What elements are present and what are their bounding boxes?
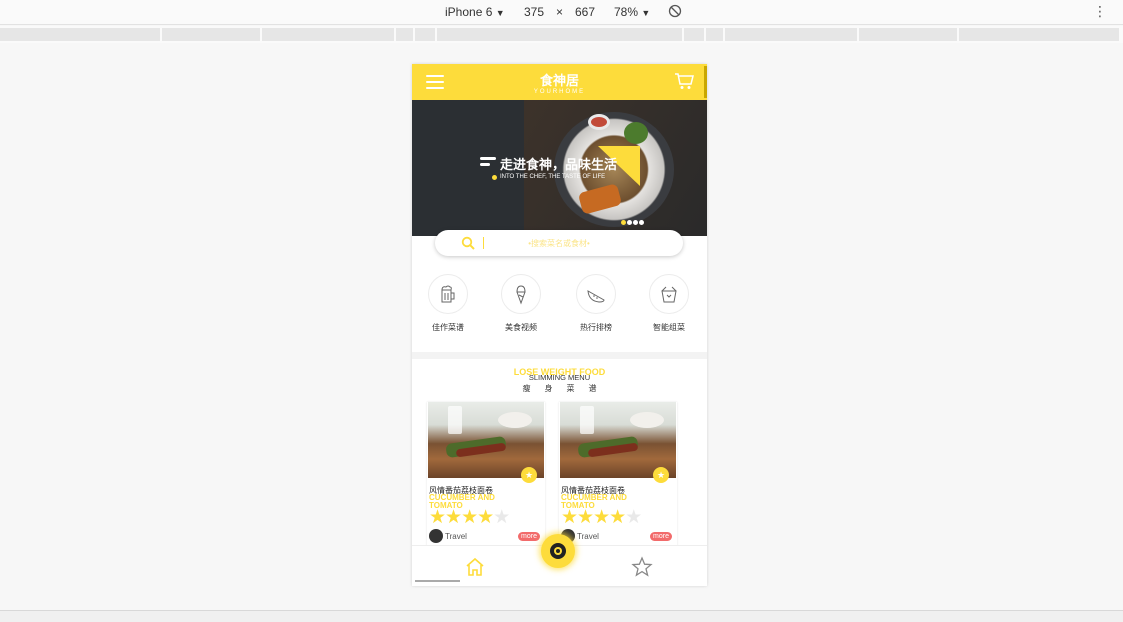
star-filled-icon: ★: [461, 507, 478, 528]
device-select[interactable]: iPhone 6 ▼: [445, 5, 505, 19]
avatar: [429, 529, 443, 543]
width-input[interactable]: 375: [524, 5, 544, 19]
search-input[interactable]: •搜索菜名或食材•: [435, 238, 683, 249]
rating-stars: ★★★★★: [561, 507, 642, 528]
star-filled-icon: ★: [577, 507, 594, 528]
category-grid: 佳作菜谱 美食视频 热行排榜 智能组菜: [412, 274, 707, 344]
zoom-select[interactable]: 78% ▼: [614, 5, 650, 19]
carousel-dot[interactable]: [621, 220, 626, 225]
app-title: 食神居: [539, 73, 579, 88]
star-filled-icon: ★: [429, 507, 446, 528]
chevron-down-icon: ▼: [641, 8, 651, 18]
more-options-icon[interactable]: ⋮: [1093, 3, 1107, 20]
slimming-menu-section: LOSE WEIGHT FOOD SLIMMING MENU 瘦身菜谱 ★ 风情…: [412, 359, 707, 552]
bottom-tab-bar: [412, 534, 707, 586]
camera-icon: [550, 543, 566, 559]
category-item[interactable]: 美食视频: [491, 274, 551, 333]
favorite-star-icon[interactable]: ★: [521, 467, 537, 483]
cart-icon[interactable]: [674, 72, 694, 90]
carousel-dot[interactable]: [639, 220, 644, 225]
rating-stars: ★★★★★: [429, 507, 510, 528]
beer-mug-icon: [441, 285, 455, 303]
star-filled-icon: ★: [593, 507, 610, 528]
scroll-indicator: [704, 66, 707, 98]
ice-cream-icon: [516, 285, 526, 305]
takeout-box-icon: [661, 286, 677, 303]
search-bar[interactable]: •搜索菜名或食材•: [435, 230, 683, 256]
author-name: Travel: [445, 532, 467, 541]
banner-tagline: INTO THE CHEF, THE TASTE OF LIFE: [500, 174, 606, 180]
section-title-en: SLIMMING MENU: [528, 373, 591, 382]
star-filled-icon: ★: [561, 507, 578, 528]
carousel-dot[interactable]: [633, 220, 638, 225]
recipe-card[interactable]: ★ 风情番茄荔枝面卷 CUCUMBER AND TOMATO ★★★★★ Tra…: [559, 402, 677, 552]
carousel-dots[interactable]: [621, 220, 645, 225]
section-divider: [412, 352, 707, 359]
app-header: 食神居 YOURHOME: [412, 64, 707, 100]
height-input[interactable]: 667: [575, 5, 595, 19]
category-item[interactable]: 热行排榜: [566, 274, 626, 333]
star-outline-icon[interactable]: [631, 556, 653, 578]
device-toolbar: iPhone 6 ▼ 375 × 667 78% ▼ ⋮: [0, 0, 1123, 25]
banner-carousel[interactable]: 走进食神，品味生活 INTO THE CHEF, THE TASTE OF LI…: [412, 100, 707, 236]
favorite-star-icon[interactable]: ★: [653, 467, 669, 483]
devtools-bottom-bar: [0, 610, 1123, 622]
star-filled-icon: ★: [445, 507, 462, 528]
category-item[interactable]: 佳作菜谱: [418, 274, 478, 333]
active-tab-indicator: [415, 580, 460, 582]
category-item[interactable]: 智能组菜: [639, 274, 699, 333]
carousel-dot[interactable]: [627, 220, 632, 225]
phone-viewport: 食神居 YOURHOME 走进食神，品味生活 INTO THE CHEF, TH…: [412, 64, 707, 586]
more-button[interactable]: more: [650, 532, 672, 541]
media-query-ruler: [0, 26, 1123, 43]
star-empty-icon: ★: [625, 507, 642, 528]
app-subtitle: YOURHOME: [533, 89, 586, 95]
banner-headline: 走进食神，品味生活: [500, 157, 618, 172]
star-filled-icon: ★: [609, 507, 626, 528]
rotate-icon[interactable]: [668, 4, 682, 18]
chevron-down-icon: ▼: [495, 8, 505, 18]
section-title-cn: 瘦身菜谱: [522, 384, 611, 393]
star-filled-icon: ★: [477, 507, 494, 528]
more-button[interactable]: more: [518, 532, 540, 541]
home-icon[interactable]: [464, 556, 486, 578]
recipe-card[interactable]: ★ 风情番茄荔枝面卷 CUCUMBER AND TOMATO ★★★★★ Tra…: [427, 402, 545, 552]
author-name: Travel: [577, 532, 599, 541]
dimension-separator: ×: [556, 5, 564, 19]
watermelon-icon: [587, 290, 605, 303]
camera-button[interactable]: [541, 534, 575, 568]
star-empty-icon: ★: [493, 507, 510, 528]
